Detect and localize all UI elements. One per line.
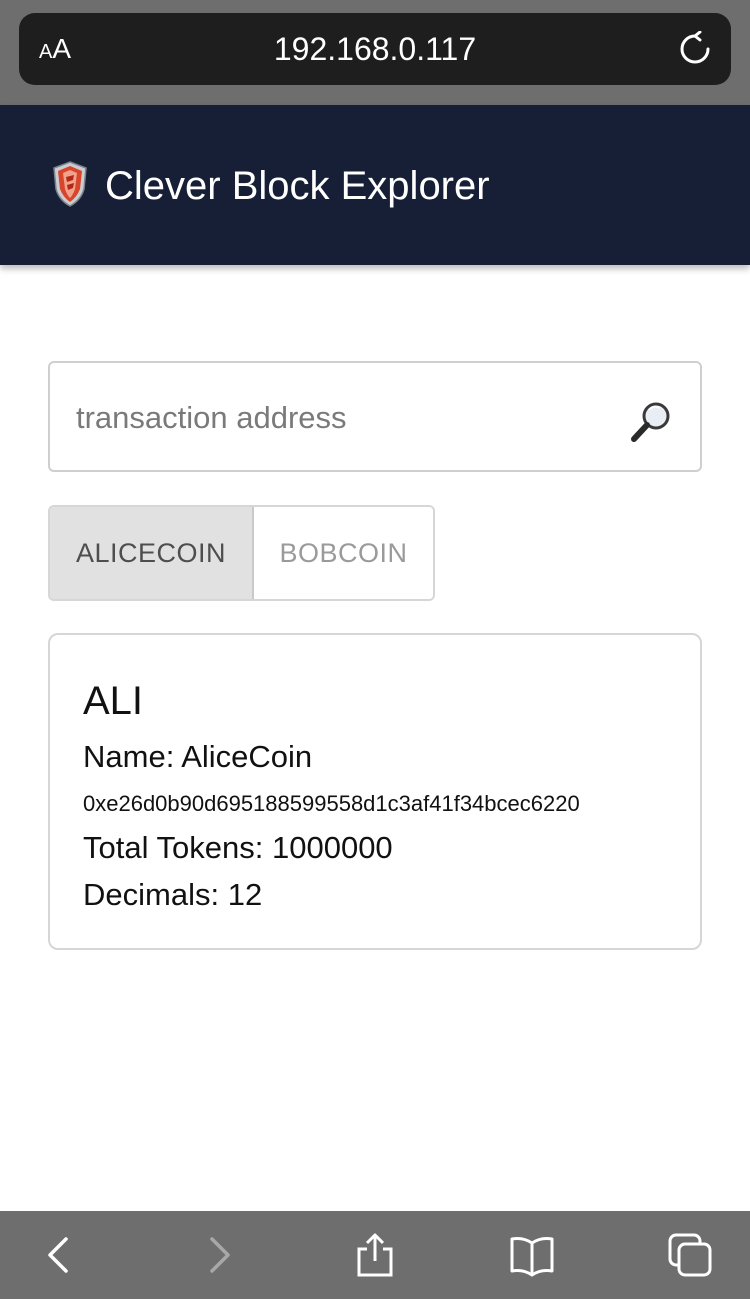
coin-selector: ALICECOIN BOBCOIN	[48, 505, 435, 601]
address-bar[interactable]: AA 192.168.0.117	[19, 13, 731, 85]
page-title: Clever Block Explorer	[105, 164, 490, 208]
magnifier-icon[interactable]	[630, 399, 674, 443]
coin-name-label: Name:	[83, 739, 182, 774]
coin-symbol: ALI	[83, 679, 144, 723]
bookmarks-icon[interactable]	[508, 1231, 556, 1279]
browser-toolbar	[0, 1211, 750, 1299]
total-tokens-label: Total Tokens:	[83, 830, 272, 865]
url-text[interactable]: 192.168.0.117	[19, 30, 731, 68]
total-tokens-value: 1000000	[271, 830, 393, 865]
coin-name-row: Name: AliceCoin	[83, 739, 312, 775]
total-tokens-row: Total Tokens: 1000000	[83, 830, 393, 866]
search-box[interactable]	[48, 361, 702, 472]
coin-info-card: ALI Name: AliceCoin 0xe26d0b90d695188599…	[48, 633, 702, 950]
decimals-value: 12	[227, 877, 263, 912]
tabs-icon[interactable]	[666, 1231, 714, 1279]
shield-icon	[53, 161, 87, 207]
share-icon[interactable]	[351, 1231, 399, 1279]
reload-icon[interactable]	[677, 31, 713, 67]
coin-name: AliceCoin	[181, 739, 313, 774]
decimals-label: Decimals:	[83, 877, 228, 912]
tab-bobcoin[interactable]: BOBCOIN	[254, 507, 433, 599]
decimals-row: Decimals: 12	[83, 877, 262, 913]
browser-top-bar: AA 192.168.0.117	[0, 0, 750, 105]
tab-alicecoin[interactable]: ALICECOIN	[50, 507, 254, 599]
forward-icon[interactable]	[194, 1231, 242, 1279]
app-header: Clever Block Explorer	[0, 105, 750, 265]
back-icon[interactable]	[36, 1231, 84, 1279]
coin-address: 0xe26d0b90d695188599558d1c3af41f34bcec62…	[83, 791, 580, 816]
search-input[interactable]	[76, 393, 596, 443]
